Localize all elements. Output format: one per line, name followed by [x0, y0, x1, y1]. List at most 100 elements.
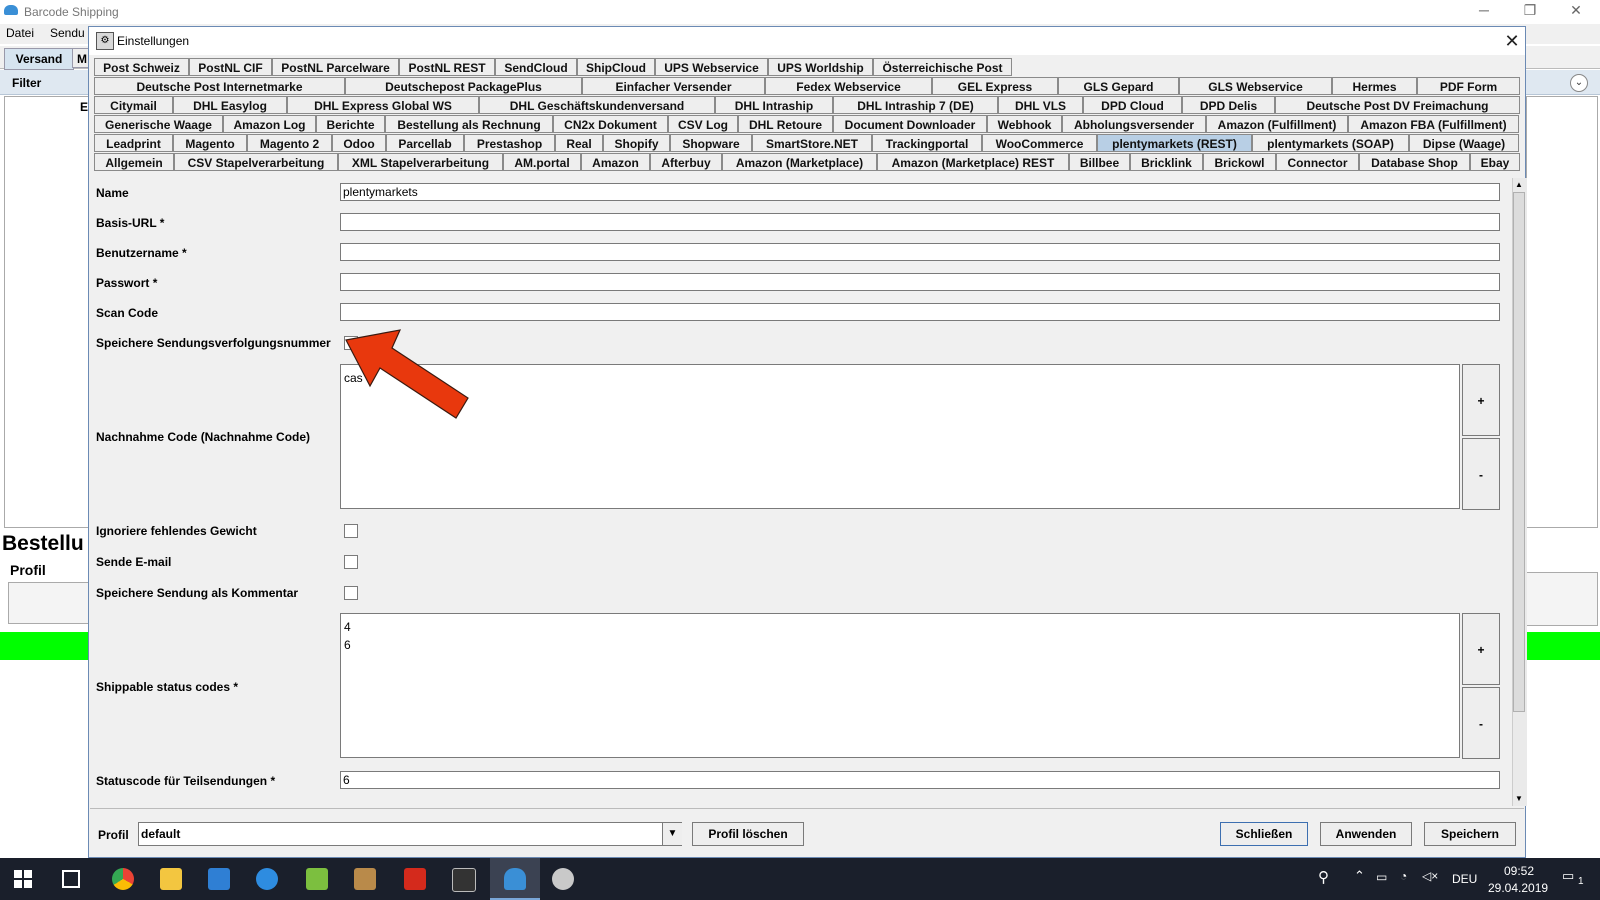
paint-icon[interactable] [552, 868, 574, 890]
dialog-close-button[interactable]: ✕ [1500, 29, 1524, 53]
list-item[interactable]: 6 [344, 636, 1456, 654]
tab-dhl-retoure[interactable]: DHL Retoure [738, 115, 833, 133]
tab-deutschepost-packageplus[interactable]: Deutschepost PackagePlus [345, 77, 582, 95]
tab-xml-stapelverarbeitung[interactable]: XML Stapelverarbeitung [338, 153, 503, 171]
tab-amazon-fulfillment[interactable]: Amazon (Fulfillment) [1206, 115, 1348, 133]
close-window-icon[interactable]: ✕ [1556, 2, 1596, 22]
tab-dhl-express-global-ws[interactable]: DHL Express Global WS [287, 96, 479, 114]
pdf-reader-icon[interactable] [404, 868, 426, 890]
shippable-status-list[interactable]: 4 6 [340, 613, 1460, 758]
menu-datei[interactable]: Datei [6, 26, 34, 40]
tab-bestellung-als-rechnung[interactable]: Bestellung als Rechnung [385, 115, 553, 133]
tab-österreichische-post[interactable]: Österreichische Post [873, 58, 1012, 76]
tab-postnl-rest[interactable]: PostNL REST [399, 58, 495, 76]
name-field[interactable]: plentymarkets [340, 183, 1500, 201]
package-icon[interactable] [354, 868, 376, 890]
tab-odoo[interactable]: Odoo [332, 134, 386, 152]
passwort-field[interactable] [340, 273, 1500, 291]
menu-sendungen[interactable]: Sendu [50, 26, 85, 40]
vscode-icon[interactable] [208, 868, 230, 890]
nachnahme-item[interactable]: cas [344, 369, 1456, 387]
restore-icon[interactable]: ❐ [1510, 2, 1550, 22]
chevron-up-icon[interactable]: ⌃ [1354, 868, 1365, 884]
filter-label[interactable]: Filter [12, 76, 41, 90]
tab-shipcloud[interactable]: ShipCloud [577, 58, 655, 76]
notification-icon[interactable]: ▭ [1562, 868, 1574, 884]
scroll-up-icon[interactable]: ▲ [1513, 178, 1525, 192]
tab-versand[interactable]: Versand [4, 48, 74, 70]
profil-loeschen-button[interactable]: Profil löschen [692, 822, 804, 846]
tab-sendcloud[interactable]: SendCloud [495, 58, 577, 76]
tab-generische-waage[interactable]: Generische Waage [94, 115, 223, 133]
language-indicator[interactable]: DEU [1452, 872, 1477, 886]
tab-cn2x-dokument[interactable]: CN2x Dokument [553, 115, 668, 133]
teilsendungen-field[interactable]: 6 [340, 771, 1500, 789]
tab-brickowl[interactable]: Brickowl [1203, 153, 1276, 171]
tab-parcellab[interactable]: Parcellab [386, 134, 464, 152]
list-item[interactable]: 4 [344, 618, 1456, 636]
file-explorer-icon[interactable] [160, 868, 182, 890]
tab-dhl-geschäftskundenversand[interactable]: DHL Geschäftskundenversand [479, 96, 715, 114]
minimize-icon[interactable]: ─ [1464, 2, 1504, 22]
volume-icon[interactable]: ◁× [1422, 869, 1438, 883]
tab-shopify[interactable]: Shopify [603, 134, 670, 152]
sende-email-checkbox[interactable] [344, 555, 358, 569]
chevron-down-icon[interactable]: ⌄ [1570, 74, 1588, 92]
tab-webhook[interactable]: Webhook [987, 115, 1062, 133]
tab-billbee[interactable]: Billbee [1069, 153, 1130, 171]
tab-leadprint[interactable]: Leadprint [94, 134, 173, 152]
tab-fedex-webservice[interactable]: Fedex Webservice [765, 77, 932, 95]
tab-magento-2[interactable]: Magento 2 [247, 134, 332, 152]
tab-ups-webservice[interactable]: UPS Webservice [655, 58, 768, 76]
tab-smartstore-net[interactable]: SmartStore.NET [752, 134, 872, 152]
tab-csv-log[interactable]: CSV Log [668, 115, 738, 133]
ignoriere-gewicht-checkbox[interactable] [344, 524, 358, 538]
tab-abholungsversender[interactable]: Abholungsversender [1062, 115, 1206, 133]
tab-berichte[interactable]: Berichte [316, 115, 385, 133]
profil-select[interactable]: default [138, 822, 682, 846]
tab-dpd-delis[interactable]: DPD Delis [1182, 96, 1275, 114]
tab-citymail[interactable]: Citymail [94, 96, 173, 114]
notepad-plus-icon[interactable] [306, 868, 328, 890]
tab-postnl-parcelware[interactable]: PostNL Parcelware [272, 58, 399, 76]
chevron-down-icon[interactable]: ▼ [662, 823, 682, 845]
task-view-icon[interactable] [62, 870, 80, 888]
wifi-icon[interactable]: ◔ [1400, 869, 1407, 883]
tab-ebay[interactable]: Ebay [1470, 153, 1520, 171]
shippable-remove-button[interactable]: - [1462, 687, 1500, 759]
speichern-button[interactable]: Speichern [1424, 822, 1516, 846]
tab-amazon[interactable]: Amazon [581, 153, 650, 171]
scan-code-field[interactable] [340, 303, 1500, 321]
barcode-shipping-icon[interactable] [504, 868, 526, 890]
shippable-add-button[interactable]: + [1462, 613, 1500, 685]
tab-amazon-log[interactable]: Amazon Log [223, 115, 316, 133]
tab-dhl-easylog[interactable]: DHL Easylog [173, 96, 287, 114]
tab-einfacher-versender[interactable]: Einfacher Versender [582, 77, 765, 95]
tab-am-portal[interactable]: AM.portal [503, 153, 581, 171]
scrollbar-thumb[interactable] [1513, 192, 1525, 712]
tab-shopware[interactable]: Shopware [670, 134, 752, 152]
tab-dhl-intraship-7-de[interactable]: DHL Intraship 7 (DE) [833, 96, 998, 114]
teamviewer-icon[interactable] [256, 868, 278, 890]
battery-icon[interactable]: ▭ [1376, 870, 1387, 884]
tab-document-downloader[interactable]: Document Downloader [833, 115, 987, 133]
tab-amazon-fba-fulfillment[interactable]: Amazon FBA (Fulfillment) [1348, 115, 1519, 133]
people-icon[interactable]: ⚲ [1318, 868, 1329, 886]
tab-dpd-cloud[interactable]: DPD Cloud [1083, 96, 1182, 114]
chrome-icon[interactable] [112, 868, 134, 890]
anwenden-button[interactable]: Anwenden [1320, 822, 1412, 846]
tab-postnl-cif[interactable]: PostNL CIF [189, 58, 272, 76]
tab-amazon-marketplace[interactable]: Amazon (Marketplace) [722, 153, 877, 171]
tab-bricklink[interactable]: Bricklink [1130, 153, 1203, 171]
benutzername-field[interactable] [340, 243, 1500, 261]
windows-start-icon[interactable] [14, 870, 32, 888]
tab-ups-worldship[interactable]: UPS Worldship [768, 58, 873, 76]
tab-prestashop[interactable]: Prestashop [464, 134, 555, 152]
tab-hermes[interactable]: Hermes [1332, 77, 1417, 95]
tab-trackingportal[interactable]: Trackingportal [872, 134, 982, 152]
scroll-down-icon[interactable]: ▼ [1513, 792, 1525, 806]
schliessen-button[interactable]: Schließen [1220, 822, 1308, 846]
tab-gls-webservice[interactable]: GLS Webservice [1179, 77, 1332, 95]
terminal-icon[interactable] [452, 868, 476, 892]
tab-plentymarkets-rest[interactable]: plentymarkets (REST) [1097, 134, 1252, 152]
